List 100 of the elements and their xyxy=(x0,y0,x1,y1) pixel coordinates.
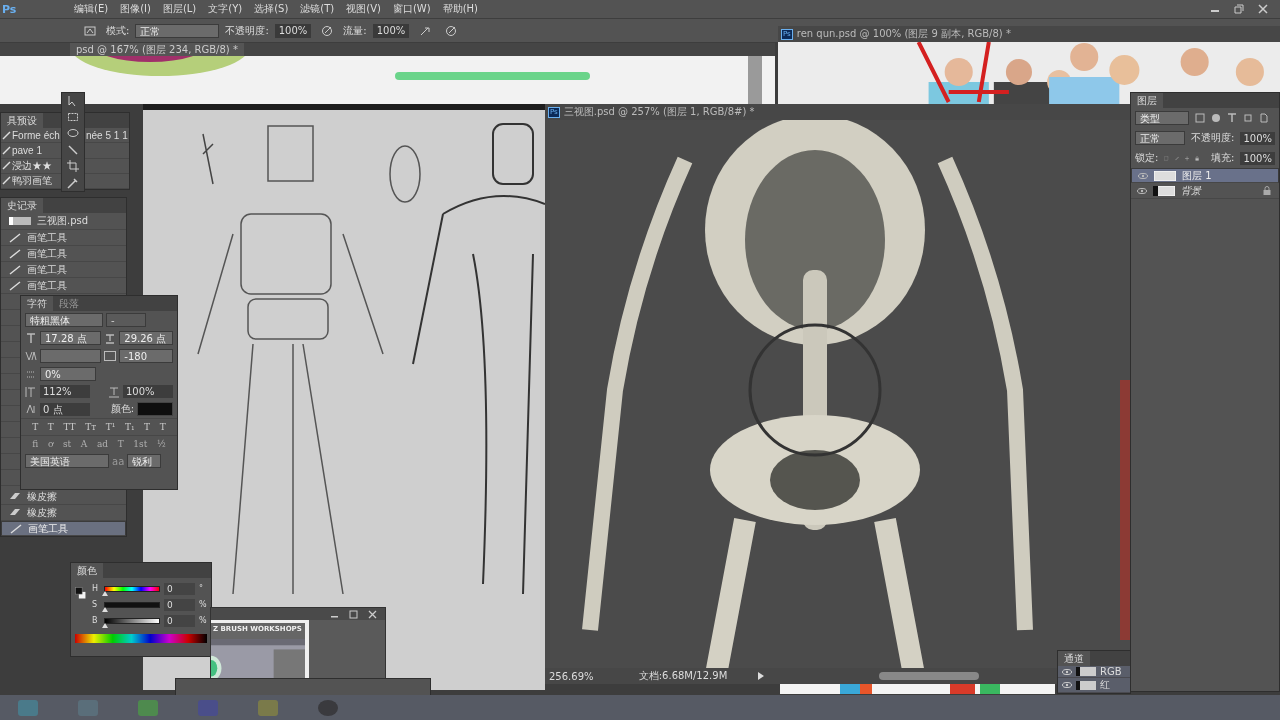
layer-row[interactable]: 背景 xyxy=(1131,183,1279,199)
fill-field[interactable]: 100% xyxy=(1240,151,1275,165)
history-item[interactable]: 画笔工具 xyxy=(1,230,126,246)
eye-icon[interactable] xyxy=(1062,681,1072,689)
brush-icon xyxy=(9,280,21,291)
kerning-icon xyxy=(25,350,37,362)
panel-tab[interactable]: 图层 xyxy=(1131,93,1163,108)
style-button[interactable]: T xyxy=(47,422,54,432)
history-item[interactable]: 画笔工具 xyxy=(1,262,126,278)
slider-thumb[interactable] xyxy=(102,590,108,596)
language-dropdown[interactable]: 美国英语 xyxy=(25,454,109,468)
document-title[interactable]: ren qun.psd @ 100% (图层 9 副本, RGB/8) * xyxy=(796,27,1011,41)
tsume-field[interactable]: 0% xyxy=(40,367,96,381)
eyedropper-icon[interactable] xyxy=(67,176,79,189)
menu-item[interactable]: 滤镜(T) xyxy=(300,2,335,16)
style-button[interactable]: T₁ xyxy=(124,422,135,432)
pressure-icon[interactable] xyxy=(321,24,334,37)
shape-filter-icon[interactable] xyxy=(1243,113,1253,123)
menu-item[interactable]: 视图(V) xyxy=(346,2,381,16)
menu-item[interactable]: 图层(L) xyxy=(162,2,197,16)
crop-icon[interactable] xyxy=(67,160,79,173)
panel-tab[interactable]: 段落 xyxy=(53,296,85,311)
smart-object-filter-icon[interactable] xyxy=(1259,113,1269,123)
channel-row[interactable]: RGB xyxy=(1058,666,1130,678)
style-button[interactable]: TT xyxy=(63,422,76,432)
history-item[interactable]: 画笔工具 xyxy=(1,246,126,262)
color-label: 颜色: xyxy=(110,402,134,416)
channel-row[interactable]: 红 xyxy=(1058,678,1130,693)
vertical-scale-field[interactable]: 112% xyxy=(40,385,90,398)
marquee-icon[interactable] xyxy=(67,111,79,124)
panel-tab[interactable]: 史记录 xyxy=(1,198,43,213)
history-item[interactable]: 画笔工具 xyxy=(1,521,126,536)
panel-tab[interactable]: 通道 xyxy=(1058,651,1090,666)
style-button[interactable]: T¹ xyxy=(105,422,116,432)
baseline-shift-field[interactable]: 0 点 xyxy=(40,402,90,416)
move-icon[interactable] xyxy=(1184,153,1189,163)
opentype-button[interactable]: ad xyxy=(96,439,109,449)
mode-dropdown[interactable]: 正常 xyxy=(135,23,220,38)
preset-name[interactable]: 浸边★★ xyxy=(12,158,60,173)
channel-thumbnail xyxy=(1076,680,1096,690)
lock-icon[interactable] xyxy=(1263,186,1271,195)
opentype-button[interactable]: T xyxy=(117,439,124,449)
menu-item[interactable]: 选择(S) xyxy=(254,2,289,16)
wand-icon[interactable] xyxy=(67,144,79,157)
eye-icon[interactable] xyxy=(1062,667,1072,676)
mode-label: 模式: xyxy=(106,23,130,38)
font-style-dropdown[interactable]: - xyxy=(106,313,146,327)
type-filter-icon[interactable] xyxy=(1227,113,1237,123)
style-button[interactable]: T xyxy=(32,422,39,432)
opentype-button[interactable]: st xyxy=(62,439,72,449)
eye-icon[interactable] xyxy=(1137,186,1147,195)
font-size-field[interactable]: 17.28 点 xyxy=(40,331,102,345)
restore-icon[interactable] xyxy=(1234,4,1244,14)
zoom-level[interactable]: 256.69% xyxy=(549,670,609,682)
close-icon[interactable] xyxy=(1258,4,1268,14)
menu-item[interactable]: 帮助(H) xyxy=(442,2,478,16)
app-logo[interactable]: Ps xyxy=(0,2,62,16)
pressure-icon[interactable] xyxy=(445,24,458,37)
opacity-field[interactable]: 100% xyxy=(1240,131,1275,145)
preset-name[interactable]: Forme éch xyxy=(12,129,60,141)
snapshot-name[interactable]: 三视图.psd xyxy=(37,214,89,228)
slider-thumb[interactable] xyxy=(102,606,108,612)
document-tab[interactable]: psd @ 167% (图层 234, RGB/8) * xyxy=(70,43,244,56)
eye-icon[interactable] xyxy=(1138,171,1148,180)
slider-label: S xyxy=(92,600,99,609)
menu-item[interactable]: 文字(Y) xyxy=(208,2,243,16)
brush-panel-icon[interactable] xyxy=(84,24,96,37)
kerning-field[interactable] xyxy=(40,349,102,363)
panel-tab[interactable]: 颜色 xyxy=(71,563,103,578)
preset-name[interactable]: pave 1 xyxy=(12,144,60,156)
font-family-dropdown[interactable]: 特粗黑体 xyxy=(25,313,103,327)
tracking-icon xyxy=(104,350,117,362)
opacity-field[interactable]: 100% xyxy=(274,23,312,38)
panel-tab[interactable]: 字符 xyxy=(21,296,53,311)
image-filter-icon[interactable] xyxy=(1195,113,1205,123)
menu-item[interactable]: 图像(I) xyxy=(120,2,151,16)
tsume-icon xyxy=(25,368,37,380)
opentype-button[interactable]: fi xyxy=(32,439,39,449)
menu-item[interactable]: 窗口(W) xyxy=(392,2,431,16)
lasso-icon[interactable] xyxy=(67,127,79,140)
flow-field[interactable]: 100% xyxy=(372,23,410,38)
document-title[interactable]: 三视图.psd @ 257% (图层 1, RGB/8#) * xyxy=(563,105,755,119)
play-icon[interactable] xyxy=(757,672,765,680)
lock-icon[interactable] xyxy=(1194,153,1199,163)
slider-thumb[interactable] xyxy=(102,622,108,628)
brush-icon xyxy=(10,523,22,534)
layer-row[interactable]: 图层 1 xyxy=(1131,168,1279,183)
filter-dropdown[interactable]: 类型 xyxy=(1135,111,1189,125)
menu-item[interactable]: 编辑(E) xyxy=(74,2,109,16)
opentype-button[interactable]: A xyxy=(80,439,88,449)
style-button[interactable]: Tт xyxy=(85,422,97,432)
airbrush-icon[interactable] xyxy=(419,24,432,37)
layer-thumbnail xyxy=(1154,170,1176,181)
adjustment-filter-icon[interactable] xyxy=(1211,113,1221,123)
preset-name[interactable]: née 5 1 1 xyxy=(86,129,128,141)
scroll-thumb[interactable] xyxy=(879,672,979,680)
opentype-button[interactable]: ơ xyxy=(47,439,54,449)
blend-mode-dropdown[interactable]: 正常 xyxy=(1135,131,1186,145)
panel-tab[interactable]: 具预设 xyxy=(1,113,43,128)
preset-name[interactable]: 鸭羽画笔 xyxy=(12,173,60,188)
